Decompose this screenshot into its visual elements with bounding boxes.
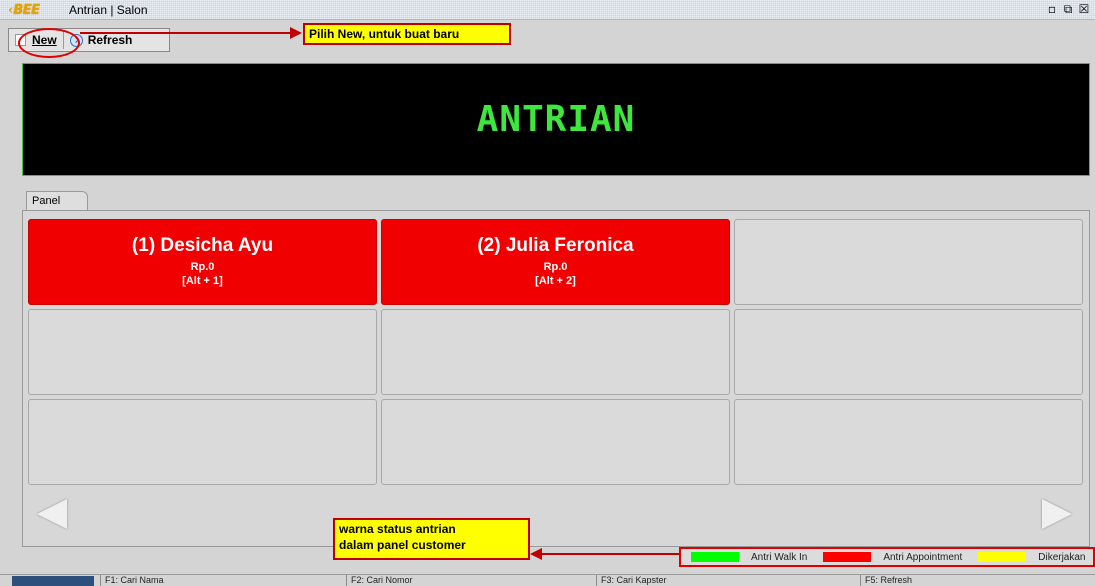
queue-banner: ANTRIAN <box>22 63 1090 176</box>
legend-label-in-progress: Dikerjakan <box>1038 551 1086 563</box>
new-annotation-arrowhead <box>290 27 302 39</box>
empty-queue-slot[interactable] <box>381 399 730 485</box>
statusbar-hint-refresh: F5: Refresh <box>860 575 912 586</box>
queue-card[interactable]: (1) Desicha Ayu Rp.0 [Alt + 1] <box>28 219 377 305</box>
toolbar: New Refresh <box>0 21 1095 57</box>
legend-swatch-appointment <box>823 552 872 562</box>
queue-grid: (1) Desicha Ayu Rp.0 [Alt + 1] (2) Julia… <box>28 219 1084 485</box>
title-bar: ‹ BEE Antrian | Salon ▫ ⧉ ☒ <box>0 0 1095 20</box>
app-logo: ‹ BEE <box>8 2 40 18</box>
empty-queue-slot[interactable] <box>28 309 377 395</box>
status-bar: F1: Cari Nama F2: Cari Nomor F3: Cari Ka… <box>0 574 1095 586</box>
queue-card[interactable]: (2) Julia Feronica Rp.0 [Alt + 2] <box>381 219 730 305</box>
refresh-button-label: Refresh <box>87 33 133 47</box>
legend-label-appointment: Antri Appointment <box>883 551 963 563</box>
legend-label-walk-in: Antri Walk In <box>751 551 808 563</box>
legend-swatch-walk-in <box>691 552 739 562</box>
customer-name: (2) Julia Feronica <box>477 235 634 256</box>
minimize-icon[interactable]: ▫ <box>1045 2 1059 17</box>
new-highlight-ellipse <box>18 28 80 58</box>
legend-swatch-in-progress <box>978 552 1027 562</box>
tab-panel[interactable]: Panel <box>26 191 88 211</box>
close-icon[interactable]: ☒ <box>1077 2 1091 17</box>
new-annotation-arrow <box>80 32 292 34</box>
new-annotation-callout: Pilih New, untuk buat baru <box>303 23 511 45</box>
empty-queue-slot[interactable] <box>734 399 1083 485</box>
status-annotation-callout: warna status antrian dalam panel custome… <box>333 518 530 560</box>
previous-arrow-icon[interactable] <box>37 499 67 529</box>
customer-name: (1) Desicha Ayu <box>131 235 274 256</box>
statusbar-hint-search-number: F2: Cari Nomor <box>346 575 413 586</box>
window-controls: ▫ ⧉ ☒ <box>1045 2 1091 17</box>
statusbar-hint-search-name: F1: Cari Nama <box>100 575 164 586</box>
empty-queue-slot[interactable] <box>734 219 1083 305</box>
customer-amount: Rp.0 <box>543 261 568 273</box>
customer-shortcut: [Alt + 1] <box>182 275 223 287</box>
statusbar-hint-search-kapster: F3: Cari Kapster <box>596 575 667 586</box>
status-annotation-line1: warna status antrian <box>339 522 456 536</box>
status-indicator <box>12 576 94 586</box>
logo-text: BEE <box>13 2 40 18</box>
banner-title: ANTRIAN <box>476 99 636 140</box>
status-annotation-line2: dalam panel customer <box>339 538 466 552</box>
empty-queue-slot[interactable] <box>734 309 1083 395</box>
restore-icon[interactable]: ⧉ <box>1061 2 1075 17</box>
customer-amount: Rp.0 <box>190 261 215 273</box>
empty-queue-slot[interactable] <box>28 399 377 485</box>
status-legend: Antri Walk In Antri Appointment Dikerjak… <box>679 547 1095 567</box>
customer-shortcut: [Alt + 2] <box>535 275 576 287</box>
empty-queue-slot[interactable] <box>381 309 730 395</box>
status-annotation-arrow <box>540 553 679 555</box>
window-title: Antrian | Salon <box>69 3 148 17</box>
next-arrow-icon[interactable] <box>1042 499 1072 529</box>
